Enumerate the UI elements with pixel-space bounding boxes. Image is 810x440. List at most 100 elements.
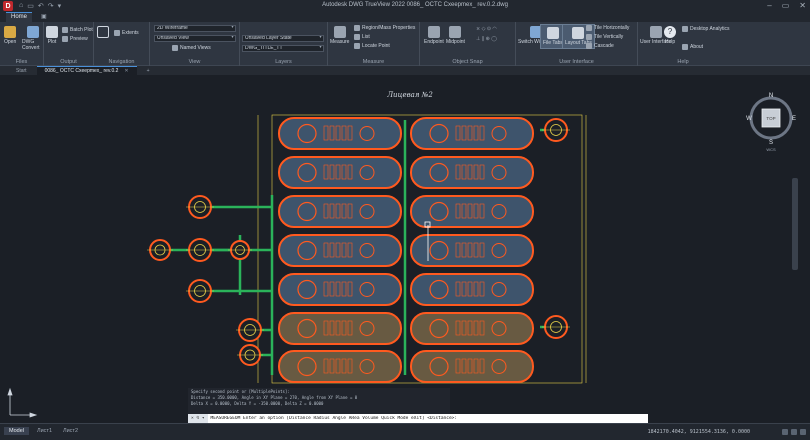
tile-vertically-button[interactable]: Tile Vertically [586, 34, 623, 40]
layout-tab-sheet1[interactable]: Лист1 [32, 427, 57, 435]
tank [410, 273, 534, 306]
qa-undo-icon[interactable]: ↶ [38, 2, 44, 10]
tank [278, 350, 402, 383]
tank [278, 312, 402, 345]
osnap-grid-icons[interactable]: ⨯ ◇ ⊙ ◠ [476, 26, 497, 32]
about-icon [682, 44, 688, 50]
tile-v-icon [586, 34, 592, 40]
desktop-analytics-button[interactable]: Desktop Analytics [682, 26, 729, 32]
command-line-controls[interactable]: × ↯ ▾ [188, 414, 208, 423]
convert-icon [26, 26, 39, 38]
panel-label-user-interface: User Interface [559, 59, 594, 65]
viewcube-south: S [769, 140, 773, 146]
layout-tab-model[interactable]: Model [4, 427, 29, 435]
maximize-icon[interactable]: ▭ [782, 1, 790, 10]
viewcube-face-label: TOP [766, 116, 775, 121]
user-interface-icon [649, 26, 662, 38]
qa-open-icon[interactable]: ▭ [27, 2, 34, 10]
file-tabs-icon [546, 27, 559, 39]
close-tab-icon[interactable]: ✕ [124, 68, 128, 74]
tab-start[interactable]: Start [8, 67, 35, 75]
tank [278, 234, 402, 267]
panel-output: Plot Batch Plot Preview Output [44, 22, 94, 66]
tab-extra[interactable]: ▣ [36, 12, 52, 22]
minimize-icon[interactable]: – [767, 1, 771, 10]
grid-icon[interactable] [782, 429, 788, 435]
osnap-grid-icons-2[interactable]: ⊥ ∥ ⊕ ◯ [476, 36, 497, 42]
qa-home-icon[interactable]: ⌂ [19, 2, 23, 10]
current-layer-dropdown[interactable]: DWG_TITLE_TT [242, 45, 324, 52]
batch-plot-icon [62, 27, 68, 33]
panel-object-snap: Endpoint Midpoint ⨯ ◇ ⊙ ◠ ⊥ ∥ ⊕ ◯ Object… [420, 22, 516, 66]
qa-customize-icon[interactable]: ▾ [58, 2, 62, 10]
batch-plot-button[interactable]: Batch Plot [62, 27, 93, 33]
close-icon[interactable]: ✕ [799, 1, 806, 10]
command-history-line: Delta X = 0.0000, Delta Y = -350.0000, D… [191, 401, 324, 406]
ribbon-tabs: Home ▣ [0, 12, 810, 22]
open-button[interactable]: Open [4, 26, 16, 45]
panel-label-measure: Measure [362, 59, 385, 65]
tank [278, 117, 402, 150]
measure-button[interactable]: Measure [330, 26, 349, 45]
visual-style-dropdown[interactable]: 2D Wireframe [154, 25, 236, 32]
viewcube[interactable]: TOP N S W E WCS [745, 90, 797, 152]
preview-button[interactable]: Preview [62, 36, 88, 42]
ribbon: Open DWG Convert Files Plot Batch Plot P… [0, 22, 810, 66]
layer-state-dropdown[interactable]: Unsaved Layer State [242, 35, 324, 42]
list-button[interactable]: List [354, 34, 370, 40]
tab-home[interactable]: Home [6, 12, 33, 22]
pump [542, 315, 570, 339]
qa-redo-icon[interactable]: ↷ [48, 2, 54, 10]
panel-label-layers: Layers [275, 59, 292, 65]
plot-button[interactable]: Plot [46, 26, 58, 45]
quick-access-toolbar: ⌂ ▭ ↶ ↷ ▾ [19, 2, 61, 10]
region-mass-icon [354, 25, 360, 31]
named-views-icon [172, 45, 178, 51]
panel-label-output: Output [60, 59, 77, 65]
panel-user-interface: Switch Windows File Tabs Layout Tabs Til… [516, 22, 638, 66]
tile-horizontally-button[interactable]: Tile Horizontally [586, 25, 629, 31]
panel-measure: Measure Region/Mass Properties List Loca… [328, 22, 420, 66]
pump [186, 279, 214, 303]
help-button[interactable]: ? Help [664, 26, 676, 45]
midpoint-button[interactable]: Midpoint [446, 26, 465, 45]
layout-tabs-icon [572, 27, 585, 39]
status-bar: Model Лист1 Лист2 1842170.4042, 9121554.… [0, 423, 810, 440]
pump [237, 344, 263, 366]
panel-label-view: View [188, 59, 201, 65]
panel-layers: Unsaved Layer State DWG_TITLE_TT Layers [240, 22, 328, 66]
drawing-canvas[interactable] [0, 75, 810, 423]
status-icons [782, 429, 806, 435]
midpoint-icon [449, 26, 462, 38]
extents-button[interactable]: Extents [114, 30, 139, 36]
layout-tab-sheet2[interactable]: Лист2 [58, 427, 83, 435]
views-dropdown[interactable]: Unsaved View [154, 35, 236, 42]
drawing-title: Лицевая №2 [387, 91, 433, 99]
pan-button[interactable] [97, 26, 109, 39]
preview-icon [62, 36, 68, 42]
dwg-convert-button[interactable]: DWG Convert [22, 26, 43, 51]
drawing-svg [7, 114, 587, 418]
command-line[interactable]: × ↯ ▾ MEASUREGEOM Enter an option [Dista… [188, 414, 648, 423]
app-logo[interactable]: D [3, 1, 13, 11]
region-mass-button[interactable]: Region/Mass Properties [354, 25, 415, 31]
cascade-button[interactable]: Cascade [586, 43, 614, 49]
named-views-button[interactable]: Named Views [172, 45, 211, 51]
snap-icon[interactable] [791, 429, 797, 435]
navigation-bar[interactable] [792, 178, 798, 270]
locate-point-button[interactable]: Locate Point [354, 43, 390, 49]
folder-icon [4, 26, 17, 38]
coordinates-readout: 1842170.4042, 9121554.3136, 0.0000 [647, 429, 750, 435]
pump [236, 318, 264, 342]
ruler-icon [333, 26, 346, 38]
panel-label-files: Files [15, 59, 28, 65]
locate-point-icon [354, 43, 360, 49]
window-title: Autodesk DWG TrueView 2022 0086_ OCTC Cx… [322, 2, 508, 8]
command-input[interactable]: MEASUREGEOM Enter an option [Distance Ra… [208, 416, 458, 421]
tank [410, 234, 534, 267]
about-button[interactable]: About [682, 44, 703, 50]
tab-drawing[interactable]: 0086_ OCTC Cxeepmex_ rev.0.2 ✕ [36, 66, 137, 75]
endpoint-button[interactable]: Endpoint [424, 26, 444, 45]
customize-icon[interactable] [800, 429, 806, 435]
new-tab-button[interactable]: + [139, 67, 158, 75]
